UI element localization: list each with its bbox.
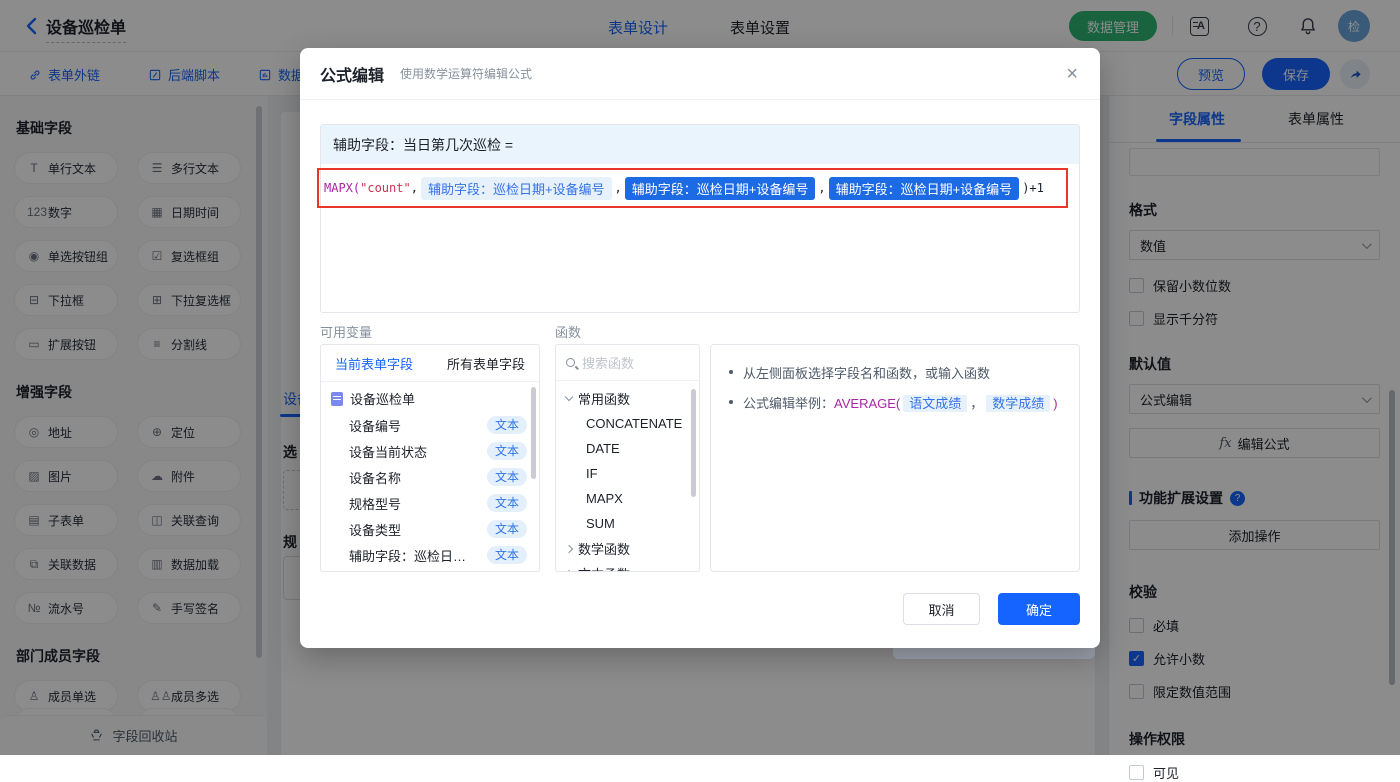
function-item[interactable]: IF — [556, 461, 699, 486]
field-token[interactable]: 辅助字段：巡检日期+设备编号 — [421, 177, 612, 200]
function-item[interactable]: DATE — [556, 436, 699, 461]
tip-example: 公式编辑举例：AVERAGE(语文成绩，数学成绩) — [743, 393, 1058, 412]
cancel-button[interactable]: 取消 — [903, 593, 980, 625]
close-icon[interactable]: × — [1066, 64, 1078, 84]
checkbox — [1129, 765, 1144, 780]
formula-editor-area[interactable]: 辅助字段：当日第几次巡检 = MAPX("count", 辅助字段：巡检日期+设… — [320, 124, 1080, 313]
tab-all-form-fields[interactable]: 所有表单字段 — [447, 354, 525, 373]
chevron-right-icon — [565, 569, 573, 572]
field-list: 设备编号 文本 设备当前状态 文本 设备名称 文本 规格型号 文本 — [321, 412, 539, 568]
formula-editor-dialog: 公式编辑 使用数学运算符编辑公式 × 辅助字段：当日第几次巡检 = MAPX("… — [300, 48, 1100, 648]
string-arg: "count" — [360, 181, 411, 195]
visible-checkbox[interactable]: 可见 — [1129, 763, 1380, 782]
bullet — [729, 370, 733, 374]
confirm-button[interactable]: 确定 — [998, 593, 1080, 625]
function-group-math[interactable]: 数学函数 — [556, 536, 699, 561]
field-type-badge: 文本 — [487, 442, 527, 460]
help-panel: 从左侧面板选择字段名和函数，或输入函数 公式编辑举例：AVERAGE(语文成绩，… — [710, 344, 1080, 572]
functions-label: 函数 — [555, 322, 581, 341]
bullet — [729, 400, 733, 404]
function-group-text[interactable]: 文本函数 — [556, 561, 699, 572]
tab-current-form-fields[interactable]: 当前表单字段 — [335, 354, 413, 373]
function-list: CONCATENATE DATE IF MAPX SUM — [556, 411, 699, 536]
field-type-badge: 文本 — [487, 520, 527, 538]
formula-expression-highlighted[interactable]: MAPX("count", 辅助字段：巡检日期+设备编号, 辅助字段：巡检日期+… — [317, 168, 1068, 208]
search-icon — [566, 358, 575, 367]
variables-scrollbar[interactable] — [531, 387, 536, 479]
formula-target-field: 辅助字段：当日第几次巡检 = — [321, 125, 1079, 164]
function-name: MAPX( — [324, 181, 360, 195]
field-type-badge: 文本 — [487, 468, 527, 486]
field-list-item[interactable]: 设备编号 文本 — [321, 412, 539, 438]
field-type-badge: 文本 — [487, 546, 527, 564]
form-doc-icon — [331, 392, 343, 406]
field-token-selected[interactable]: 辅助字段：巡检日期+设备编号 — [829, 177, 1020, 200]
field-list-item[interactable]: 规格型号 文本 — [321, 490, 539, 516]
dialog-title: 公式编辑 — [320, 62, 384, 86]
dialog-subtitle: 使用数学运算符编辑公式 — [400, 65, 532, 82]
form-tree-root[interactable]: 设备巡检单 — [321, 385, 539, 412]
field-list-item[interactable]: 设备类型 文本 — [321, 516, 539, 542]
field-type-badge: 文本 — [487, 494, 527, 512]
variables-label: 可用变量 — [320, 322, 372, 341]
tip-text: 从左侧面板选择字段名和函数，或输入函数 — [743, 363, 990, 382]
function-item[interactable]: CONCATENATE — [556, 411, 699, 436]
variables-panel: 当前表单字段 所有表单字段 设备巡检单 设备编号 文本 设备当前状态 文本 设备 — [320, 344, 540, 572]
field-list-item[interactable]: 设备名称 文本 — [321, 464, 539, 490]
chevron-right-icon — [565, 544, 573, 552]
background-panel-edge — [893, 648, 1095, 659]
function-group-common[interactable]: 常用函数 — [556, 386, 699, 411]
functions-panel: 搜索函数 常用函数 CONCATENATE DATE IF MAPX SUM — [555, 344, 700, 572]
field-token-selected[interactable]: 辅助字段：巡检日期+设备编号 — [625, 177, 816, 200]
field-type-badge: 文本 — [487, 416, 527, 434]
function-item[interactable]: MAPX — [556, 486, 699, 511]
formula-tail: )+1 — [1022, 181, 1044, 195]
field-list-item[interactable]: 辅助字段：巡检日期+... 文本 — [321, 542, 539, 568]
chevron-down-icon — [565, 393, 573, 401]
functions-scrollbar[interactable] — [691, 389, 696, 497]
function-search[interactable]: 搜索函数 — [556, 345, 699, 381]
function-item[interactable]: SUM — [556, 511, 699, 536]
field-list-item[interactable]: 设备当前状态 文本 — [321, 438, 539, 464]
search-placeholder: 搜索函数 — [582, 353, 634, 372]
